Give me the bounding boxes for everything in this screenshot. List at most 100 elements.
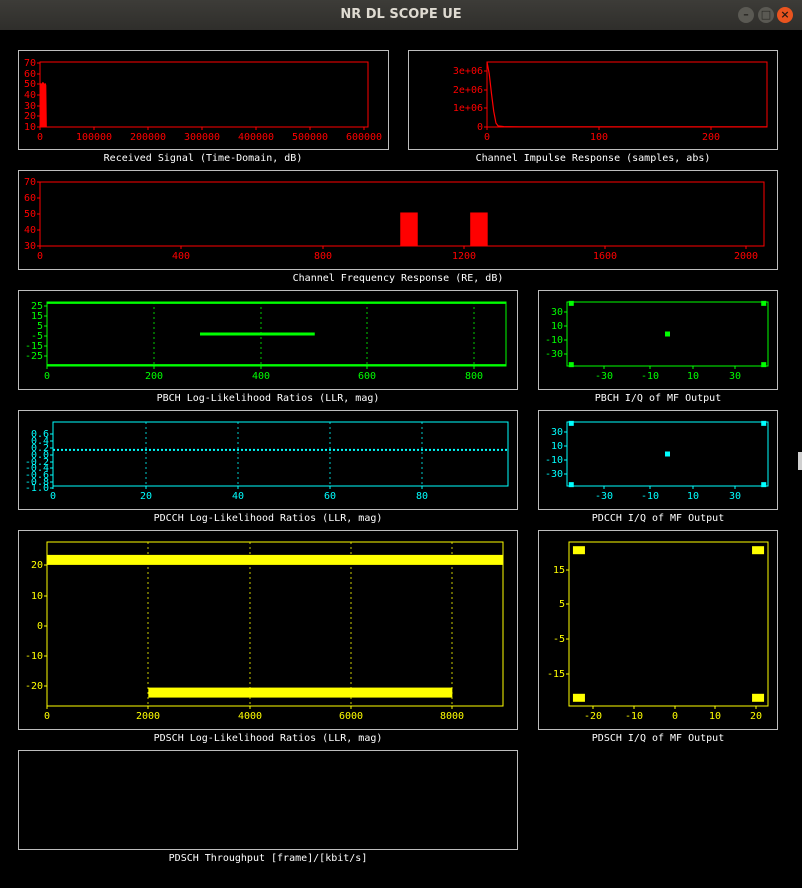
channel_impulse-y-tick-label: 2e+06: [453, 85, 483, 96]
pdsch_llr-y-tick-label: -20: [25, 681, 43, 692]
pbch_iq-y-tick-label: 10: [551, 321, 563, 332]
pbch-iq-point: [761, 362, 767, 368]
pdsch_llr-y-tick-label: 10: [31, 591, 43, 602]
channel_impulse-y-tick-label: 0: [477, 122, 483, 133]
pdcch_llr-x-tick-label: 20: [140, 491, 152, 502]
pdcch_iq-x-tick-label: 30: [729, 491, 741, 502]
pdsch-iq-point: [572, 693, 585, 702]
pdsch_llr-y-tick-label: 0: [37, 621, 43, 632]
pdsch_iq-x-tick-label: -20: [584, 711, 602, 722]
received-signal-plot: 706050403020100 100000 200000 300000 400000 5…: [24, 58, 769, 722]
pbch_llr-axes: 25155-5-15-250 200 400 600 800: [25, 301, 507, 382]
received_signal-y-tick-label: 40: [24, 90, 36, 101]
pdcch_llr-x-tick-label: 80: [416, 491, 428, 502]
pbch_llr-x-tick-label: 800: [465, 371, 483, 382]
channel_freq-x-tick-label: 0: [37, 251, 43, 262]
pbch_llr-y-tick-label: -25: [25, 351, 43, 362]
pdsch_iq-y-tick-label: -15: [547, 669, 565, 680]
pdcch_iq-x-tick-label: 10: [687, 491, 699, 502]
pbch_iq-y-tick-label: -10: [545, 335, 563, 346]
pbch-iq-point: [568, 300, 574, 306]
received_signal-x-tick-label: 500000: [292, 132, 328, 143]
channel_freq-x-tick-label: 1600: [593, 251, 617, 262]
pdcch_llr-x-tick-label: 0: [50, 491, 56, 502]
pbch_iq-axes: 30 10 -10 -30 -30 -10 10 30: [545, 301, 769, 382]
pbch_llr-x-tick-label: 0: [44, 371, 50, 382]
pdcch_llr-axes: 0.60.40.20.0-0.2-0.4-0.6-0.8-1.00 20 40 60 8…: [25, 421, 509, 502]
channel_freq-x-tick-label: 1200: [452, 251, 476, 262]
scrollbar-handle[interactable]: [798, 452, 802, 470]
pdsch_iq-x-tick-label: 10: [709, 711, 721, 722]
channel_freq-y-tick-label: 60: [24, 193, 36, 204]
pdsch_iq-x-tick-label: -10: [625, 711, 643, 722]
channel_impulse-y-tick-label: 1e+06: [453, 103, 483, 114]
pbch-iq-point: [761, 300, 767, 306]
received_signal-y-tick-label: 50: [24, 79, 36, 90]
pdcch-iq-point: [568, 420, 574, 426]
pdcch_iq-axes: 30 10 -10 -30 -30 -10 10 30: [545, 421, 769, 502]
pdsch_iq-y-tick-label: 5: [559, 599, 565, 610]
channel_freq-axes: 70 60 50 40 300 400 800 1200 1600 2000: [24, 177, 765, 262]
received_signal-x-tick-label: 0: [37, 132, 43, 143]
received_signal-x-tick-label: 100000: [76, 132, 112, 143]
channel_freq-x-tick-label: 2000: [734, 251, 758, 262]
pdcch-iq-point: [568, 482, 574, 488]
channel_impulse-y-tick-label: 3e+06: [453, 66, 483, 77]
channel_freq-x-tick-label: 400: [172, 251, 190, 262]
pbch-iq-point: [568, 362, 574, 368]
pbch_llr-x-tick-label: 200: [145, 371, 163, 382]
pdsch_iq-x-tick-label: 0: [672, 711, 678, 722]
pbch_llr-x-tick-label: 600: [358, 371, 376, 382]
pdcch-iq-point: [761, 420, 767, 426]
pbch_iq-x-tick-label: 30: [729, 371, 741, 382]
pdsch_iq-x-tick-label: 20: [750, 711, 762, 722]
pbch_iq-y-tick-label: 30: [551, 307, 563, 318]
pdsch_llr-x-tick-label: 8000: [440, 711, 464, 722]
pdsch-llr-lower-band: [148, 687, 453, 698]
pdcch_llr-plot-box: [52, 421, 509, 487]
pdsch_llr-y-tick-label: -10: [25, 651, 43, 662]
pdcch-iq-point: [761, 482, 767, 488]
pdsch-iq-point: [752, 693, 765, 702]
received_signal-plot-box: [39, 61, 369, 128]
channel_impulse-x-tick-label: 100: [590, 132, 608, 143]
pbch_iq-x-tick-label: -30: [595, 371, 613, 382]
pdcch_iq-y-tick-label: 30: [551, 427, 563, 438]
pbch_iq-x-tick-label: -10: [641, 371, 659, 382]
received_signal-y-tick-label: 20: [24, 111, 36, 122]
pdcch_iq-y-tick-label: -10: [545, 455, 563, 466]
channel_freq-x-tick-label: 800: [314, 251, 332, 262]
pdsch_llr-y-tick-label: 20: [31, 560, 43, 571]
pdsch-iq-point: [752, 546, 765, 555]
pdcch_llr-x-tick-label: 40: [232, 491, 244, 502]
channel-freq-bar: [400, 212, 418, 246]
received_signal-x-tick-label: 200000: [130, 132, 166, 143]
received_signal-x-tick-label: 400000: [238, 132, 274, 143]
pbch-iq-point: [665, 331, 670, 337]
pdsch_llr-x-tick-label: 4000: [238, 711, 262, 722]
pdcch_iq-x-tick-label: -30: [595, 491, 613, 502]
pbch_llr-x-tick-label: 400: [252, 371, 270, 382]
channel_impulse-x-tick-label: 0: [484, 132, 490, 143]
pdsch_iq-y-tick-label: -5: [553, 634, 565, 645]
pdsch_llr-x-tick-label: 2000: [136, 711, 160, 722]
channel_freq-y-tick-label: 70: [24, 177, 36, 188]
channel_freq-y-tick-label: 40: [24, 225, 36, 236]
channel_freq-y-tick-label: 30: [24, 241, 36, 252]
pdsch_llr-x-tick-label: 6000: [339, 711, 363, 722]
pdcch_iq-y-tick-label: 10: [551, 441, 563, 452]
pdsch_iq-y-tick-label: 15: [553, 565, 565, 576]
channel_impulse-plot-box: [486, 61, 768, 128]
pdsch-iq-point: [572, 546, 585, 555]
channel_freq-y-tick-label: 50: [24, 209, 36, 220]
channel_impulse-x-tick-label: 200: [702, 132, 720, 143]
received_signal-x-tick-label: 300000: [184, 132, 220, 143]
received_signal-x-tick-label: 600000: [346, 132, 382, 143]
channel-freq-bar: [470, 212, 488, 246]
pbch_iq-x-tick-label: 10: [687, 371, 699, 382]
pdcch-iq-point: [665, 451, 670, 457]
pbch_iq-y-tick-label: -30: [545, 349, 563, 360]
received_signal-y-tick-label: 70: [24, 58, 36, 69]
pdsch_llr-plot-box: [46, 541, 504, 707]
channel-impulse-line: [486, 61, 768, 128]
